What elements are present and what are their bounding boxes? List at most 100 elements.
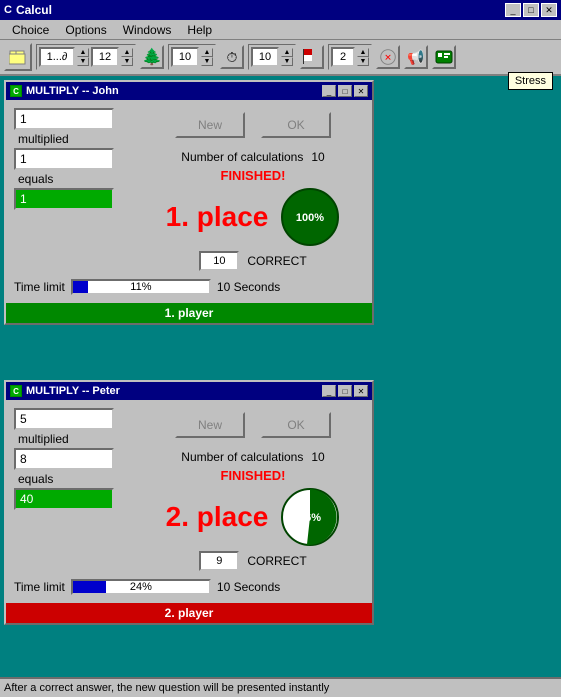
title-bar: C Calcul _ □ ✕	[0, 0, 561, 20]
toolbar-icon-flag[interactable]	[300, 45, 324, 69]
player1-main-row: multiplied equals New OK Number of calcu…	[14, 108, 364, 271]
spin-up-1[interactable]: ▲	[77, 48, 89, 57]
player2-progress-bar: 24%	[71, 579, 211, 595]
toolbar-icon-clock[interactable]: ⏱	[220, 45, 244, 69]
player1-bottom-row: CORRECT	[199, 251, 306, 271]
player1-ok-btn[interactable]: OK	[261, 112, 331, 138]
player2-place: 2. place	[166, 501, 269, 533]
player2-right-col: New OK Number of calculations 10 FINISHE…	[142, 408, 364, 571]
player2-correct-label: CORRECT	[247, 554, 306, 568]
toolbar-group-3: 10 ▲ ▼	[248, 44, 296, 70]
close-button[interactable]: ✕	[541, 3, 557, 17]
player1-answer[interactable]	[14, 188, 114, 210]
toolbar-field1[interactable]: 1...∂	[39, 47, 75, 67]
player1-input2[interactable]	[14, 148, 114, 170]
player2-answer[interactable]	[14, 488, 114, 510]
player1-progress-text: 11%	[73, 281, 209, 293]
title-bar-controls[interactable]: _ □ ✕	[505, 3, 557, 17]
spin-up-5[interactable]: ▲	[357, 48, 369, 57]
player1-new-btn[interactable]: New	[175, 112, 245, 138]
stress-tooltip: Stress	[508, 72, 553, 90]
player1-title: MULTIPLY -- John	[26, 85, 119, 97]
spin-up-2[interactable]: ▲	[121, 48, 133, 57]
player2-left-col: multiplied equals	[14, 408, 134, 510]
player1-minimize[interactable]: _	[322, 85, 336, 97]
toolbar-spin-1[interactable]: ▲ ▼	[77, 48, 89, 66]
player2-label2: equals	[14, 472, 134, 486]
menu-choice[interactable]: Choice	[4, 21, 57, 39]
player2-content: multiplied equals New OK Number of calcu…	[6, 400, 372, 603]
toolbar-field3[interactable]: 10	[171, 47, 199, 67]
app-icon: C	[4, 4, 12, 16]
toolbar-spin-2[interactable]: ▲ ▼	[121, 48, 133, 66]
player1-num-calc-value: 10	[311, 150, 324, 164]
player1-place-row: 1. place 100%	[166, 187, 341, 247]
spin-down-2[interactable]: ▼	[121, 57, 133, 66]
spin-down-1[interactable]: ▼	[77, 57, 89, 66]
menu-help[interactable]: Help	[179, 21, 220, 39]
player2-num-calc-value: 10	[311, 450, 324, 464]
spin-down-3[interactable]: ▼	[201, 57, 213, 66]
status-text: After a correct answer, the new question…	[4, 682, 329, 694]
toolbar-spin-3[interactable]: ▲ ▼	[201, 48, 213, 66]
player1-progress-bar: 11%	[71, 279, 211, 295]
maximize-button[interactable]: □	[523, 3, 539, 17]
toolbar-spin-4[interactable]: ▲ ▼	[281, 48, 293, 66]
player2-label1: multiplied	[14, 432, 134, 446]
player1-label2: equals	[14, 172, 134, 186]
player2-place-row: 2. place 96%	[166, 487, 341, 547]
player1-progress-row: Time limit 11% 10 Seconds	[14, 279, 364, 295]
player1-correct-input[interactable]	[199, 251, 239, 271]
toolbar-field2[interactable]: 12	[91, 47, 119, 67]
player1-close[interactable]: ✕	[354, 85, 368, 97]
player1-title-left: C MULTIPLY -- John	[10, 85, 119, 97]
player2-correct-input[interactable]	[199, 551, 239, 571]
toolbar-field4[interactable]: 10	[251, 47, 279, 67]
player2-title-bar: C MULTIPLY -- Peter _ □ ✕	[6, 382, 372, 400]
player1-maximize[interactable]: □	[338, 85, 352, 97]
player1-input1[interactable]	[14, 108, 114, 130]
toolbar-icon-tree[interactable]: 🌲	[140, 45, 164, 69]
toolbar-group-4: 2 ▲ ▼	[328, 44, 372, 70]
toolbar-group-2: 10 ▲ ▼	[168, 44, 216, 70]
player1-footer: 1. player	[6, 303, 372, 323]
spin-up-3[interactable]: ▲	[201, 48, 213, 57]
player2-title-controls[interactable]: _ □ ✕	[322, 385, 368, 397]
player1-content: multiplied equals New OK Number of calcu…	[6, 100, 372, 303]
spin-down-4[interactable]: ▼	[281, 57, 293, 66]
toolbar: 1...∂ ▲ ▼ 12 ▲ ▼ 🌲 10 ▲ ▼ ⏱ 10 ▲ ▼ 2	[0, 40, 561, 76]
player2-minimize[interactable]: _	[322, 385, 336, 397]
menu-options[interactable]: Options	[57, 21, 114, 39]
toolbar-spin-5[interactable]: ▲ ▼	[357, 48, 369, 66]
toolbar-icon-special1[interactable]: ✕	[376, 45, 400, 69]
player2-input2[interactable]	[14, 448, 114, 470]
player1-calc-info: Number of calculations 10	[181, 150, 324, 164]
toolbar-icon-special3[interactable]	[432, 45, 456, 69]
menu-bar: Choice Options Windows Help	[0, 20, 561, 40]
player2-btn-row: New OK	[175, 412, 331, 438]
player2-new-btn[interactable]: New	[175, 412, 245, 438]
player1-title-controls[interactable]: _ □ ✕	[322, 85, 368, 97]
player2-seconds: 10 Seconds	[217, 580, 280, 594]
player2-footer-text: 2. player	[165, 606, 214, 620]
spin-down-5[interactable]: ▼	[357, 57, 369, 66]
menu-windows[interactable]: Windows	[115, 21, 180, 39]
player2-close[interactable]: ✕	[354, 385, 368, 397]
svg-text:✕: ✕	[384, 53, 392, 63]
player2-time-limit-label: Time limit	[14, 580, 65, 594]
title-bar-left: C Calcul	[4, 3, 52, 17]
toolbar-field5[interactable]: 2	[331, 47, 355, 67]
player2-input1[interactable]	[14, 408, 114, 430]
spin-up-4[interactable]: ▲	[281, 48, 293, 57]
player1-place: 1. place	[166, 201, 269, 233]
player1-title-bar: C MULTIPLY -- John _ □ ✕	[6, 82, 372, 100]
toolbar-icon-special2[interactable]: 📢	[404, 45, 428, 69]
player2-calc-info: Number of calculations 10	[181, 450, 324, 464]
player1-right-col: New OK Number of calculations 10 FINISHE…	[142, 108, 364, 271]
minimize-button[interactable]: _	[505, 3, 521, 17]
player2-ok-btn[interactable]: OK	[261, 412, 331, 438]
svg-text:96%: 96%	[299, 512, 321, 524]
player1-correct-label: CORRECT	[247, 254, 306, 268]
toolbar-open-btn[interactable]	[4, 43, 32, 71]
player2-maximize[interactable]: □	[338, 385, 352, 397]
